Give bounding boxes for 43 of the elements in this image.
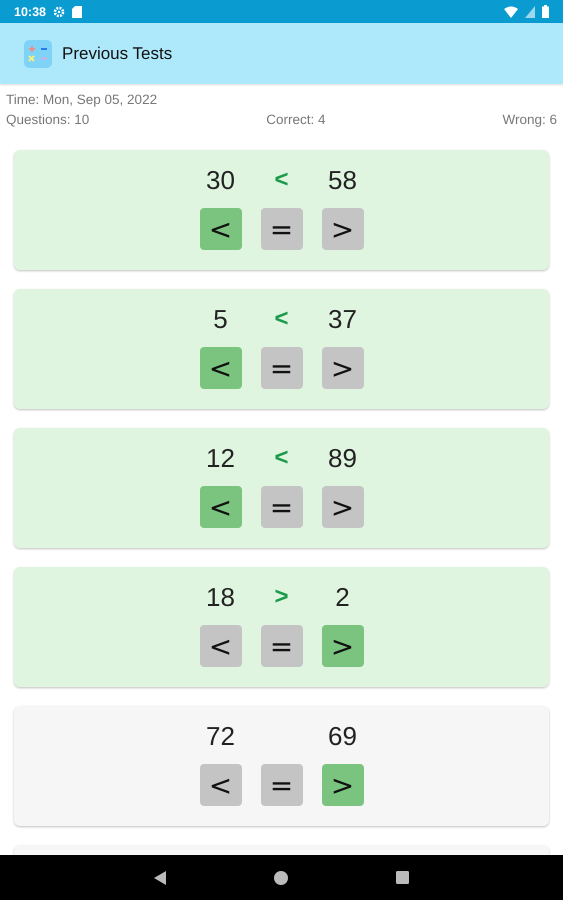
comparison-button[interactable]: = (260, 764, 302, 806)
comparison-button[interactable]: = (260, 347, 302, 389)
right-number: 89 (327, 442, 358, 475)
answer-symbol: > (273, 582, 290, 612)
left-number: 30 (205, 164, 236, 197)
correct-count: Correct: 4 (266, 111, 326, 129)
clock-time: 10:38 (14, 4, 46, 18)
app-icon (24, 40, 52, 68)
answer-symbol: < (273, 304, 290, 334)
sd-card-icon (72, 6, 82, 18)
wrong-count: Wrong: 6 (502, 111, 557, 129)
questions-count: Questions: 10 (6, 111, 90, 129)
comparison-button[interactable]: < (200, 764, 242, 806)
gear-icon (52, 6, 65, 18)
back-icon[interactable] (154, 870, 166, 884)
comparison-button[interactable]: > (322, 486, 364, 528)
answer-symbol: < (273, 165, 290, 195)
comparison-button[interactable]: > (322, 347, 364, 389)
right-number: 2 (334, 581, 351, 614)
battery-icon (542, 5, 549, 18)
comparison-button[interactable]: > (322, 764, 364, 806)
left-number: 12 (205, 442, 236, 475)
comparison-button[interactable]: = (260, 208, 302, 250)
comparison-button[interactable]: > (322, 625, 364, 667)
comparison-button[interactable]: < (200, 208, 242, 250)
wifi-icon (504, 6, 518, 18)
comparison-button[interactable]: = (260, 486, 302, 528)
left-number: 18 (205, 581, 236, 614)
signal-icon (525, 6, 535, 18)
left-number: 72 (205, 720, 236, 753)
home-icon[interactable] (274, 870, 288, 884)
right-number: 69 (327, 720, 358, 753)
comparison-button[interactable]: > (322, 208, 364, 250)
comparison-button[interactable]: < (200, 486, 242, 528)
right-number: 37 (327, 303, 358, 336)
screen-title: Previous Tests (62, 44, 172, 64)
comparison-button[interactable]: < (200, 347, 242, 389)
comparison-button[interactable]: < (200, 625, 242, 667)
right-number: 58 (327, 164, 358, 197)
answer-symbol: < (273, 443, 290, 473)
left-number: 5 (212, 303, 229, 336)
test-time: Time: Mon, Sep 05, 2022 (6, 91, 158, 109)
comparison-button[interactable]: = (260, 625, 302, 667)
